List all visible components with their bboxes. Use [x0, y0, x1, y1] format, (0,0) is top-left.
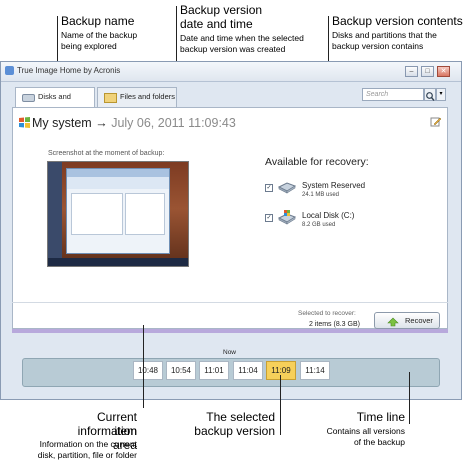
version-cell[interactable]: 11:04: [233, 361, 263, 380]
callout-selected-title: The selected: [206, 410, 275, 424]
window-title: True Image Home by Acronis: [17, 66, 121, 75]
selected-to-recover-label: Selected to recover:: [298, 310, 356, 317]
callout-version-desc: backup version was created: [180, 44, 286, 54]
search-dropdown-button[interactable]: ▾: [436, 88, 446, 101]
tab-disks-and-partitions[interactable]: Disks and partitions: [15, 87, 95, 119]
maximize-button[interactable]: □: [421, 66, 434, 77]
tab-files-and-folders[interactable]: Files and folders: [97, 87, 177, 107]
callout-time-line-title: Time line: [356, 410, 405, 424]
folder-icon: [104, 93, 117, 103]
search-button[interactable]: [424, 88, 436, 101]
callout-contents-desc: backup version contains: [332, 41, 424, 51]
callout-time-line-desc: of the backup: [353, 437, 405, 447]
callout-selected-title: backup version: [194, 424, 275, 438]
search-icon: [426, 92, 435, 101]
version-cell[interactable]: 10:48: [133, 361, 163, 380]
callout-backup-name-desc: Name of the backup: [61, 30, 138, 40]
title-bar: True Image Home by Acronis – □ ✕: [1, 62, 461, 82]
screenshot-window: [66, 168, 170, 254]
recover-button-label: Recover: [405, 316, 433, 325]
callout-time-line-desc: Contains all versions: [326, 426, 405, 436]
divider: [12, 302, 448, 303]
windows-logo-icon: [19, 117, 30, 128]
time-line[interactable]: [22, 358, 440, 387]
selected-to-recover-value: 2 items (8.3 GB): [309, 321, 360, 328]
backup-date: July 06, 2011 11:09:43: [111, 116, 236, 130]
leader-line: [409, 372, 410, 424]
partition-icon: [277, 182, 297, 194]
leader-line: [143, 325, 144, 408]
minimize-button[interactable]: –: [405, 66, 418, 77]
leader-line: [280, 375, 281, 435]
partition-size: 24.1 MB used: [302, 192, 340, 198]
recover-button[interactable]: Recover: [374, 312, 440, 329]
search-input[interactable]: Search: [362, 88, 424, 101]
edit-icon[interactable]: [430, 116, 441, 127]
callout-contents-title: Backup version contents: [332, 14, 463, 28]
selected-version-cell[interactable]: 11:09: [266, 361, 296, 380]
callout-current-item-desc: disk, partition, file or folder: [37, 450, 137, 460]
partition-name: Local Disk (C:): [302, 211, 355, 220]
callout-version-title: Backup version: [180, 3, 263, 17]
version-cell[interactable]: 11:01: [199, 361, 229, 380]
arrow-separator: →: [95, 116, 108, 130]
version-cell[interactable]: 10:54: [166, 361, 196, 380]
available-for-recovery-title: Available for recovery:: [265, 156, 369, 168]
local-disk-checkbox[interactable]: ✓: [265, 214, 273, 222]
desktop-sidebar: [48, 162, 62, 258]
partition-size: 8.2 GB used: [302, 222, 336, 228]
callout-version-title: date and time: [180, 17, 253, 31]
recover-icon: [387, 317, 399, 327]
backup-name-text: My system: [32, 116, 92, 130]
backup-name: My system → July 06, 2011 11:09:43: [32, 116, 236, 130]
callout-backup-name-title: Backup name: [61, 14, 135, 28]
callout-current-item-desc: Information on the current: [39, 439, 137, 449]
windows-partition-icon: [277, 210, 297, 225]
taskbar: [48, 258, 188, 266]
now-label: Now: [223, 349, 237, 356]
accent-bar: [12, 329, 448, 333]
version-cell[interactable]: 11:14: [300, 361, 330, 380]
system-reserved-checkbox[interactable]: ✓: [265, 184, 273, 192]
callout-version-desc: Date and time when the selected: [180, 33, 304, 43]
callout-contents-desc: Disks and partitions that the: [332, 30, 437, 40]
callout-backup-name-desc: being explored: [61, 41, 117, 51]
partition-name: System Reserved: [302, 181, 366, 190]
app-icon: [5, 66, 14, 75]
tab-label: Files and folders: [120, 92, 176, 101]
close-button[interactable]: ✕: [437, 66, 450, 77]
disk-icon: [22, 94, 35, 102]
backup-screenshot: [47, 161, 189, 267]
screenshot-label: Screenshot at the moment of backup:: [48, 150, 165, 157]
